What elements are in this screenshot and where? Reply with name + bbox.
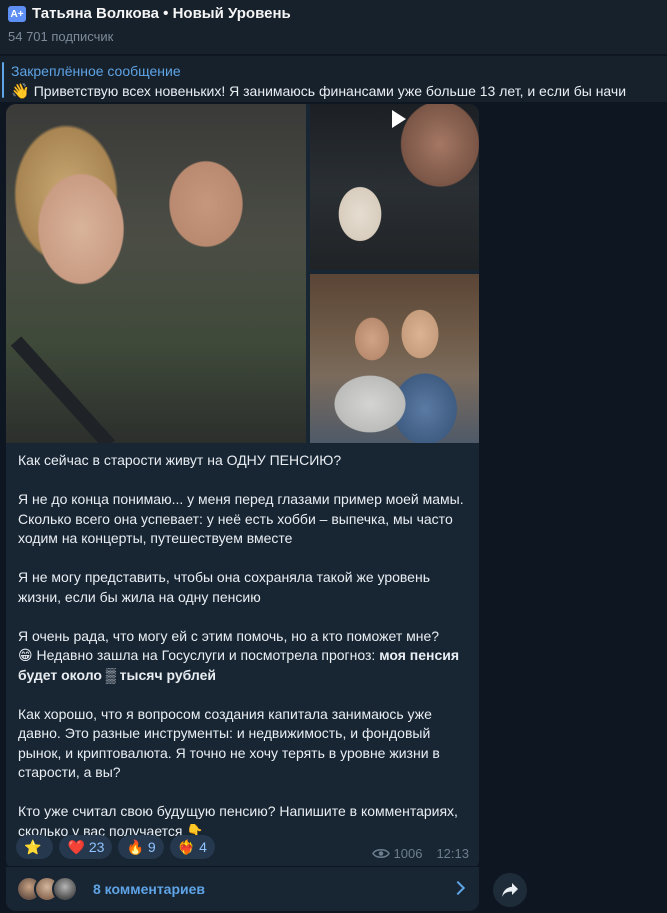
message-paragraph: Я не могу представить, чтобы она сохраня… <box>18 569 430 605</box>
pinned-message-bar[interactable]: Закреплённое сообщение 👋 Приветствую всех… <box>0 56 667 102</box>
video-thumbnail[interactable] <box>310 104 479 270</box>
view-count: 1006 <box>393 846 423 861</box>
heart-icon: ❤️ <box>67 838 85 855</box>
commenter-avatars <box>16 876 80 902</box>
message-time: 12:13 <box>436 846 469 861</box>
channel-type-icon: A+ <box>8 6 26 22</box>
channel-header[interactable]: A+ Татьяна Волкова • Новый Уровень 54 70… <box>0 0 667 54</box>
message-paragraph: Я не до конца понимаю... у меня перед гл… <box>18 491 464 546</box>
reaction-count: 4 <box>199 839 207 855</box>
pinned-text: 👋 Приветствую всех новеньких! Я занимаюсь… <box>11 82 626 100</box>
text-span: Кто уже считал свою будущую пенсию? Напи… <box>18 803 458 839</box>
eye-icon <box>371 849 390 858</box>
heart-on-fire-icon: ❤️‍🔥 <box>177 838 196 855</box>
grinning-face-icon: 😁 <box>18 647 33 663</box>
star-icon: ⭐ <box>24 838 42 855</box>
message-text: Как сейчас в старости живут на ОДНУ ПЕНС… <box>18 451 473 841</box>
chevron-right-icon[interactable] <box>450 880 466 896</box>
share-button[interactable] <box>493 873 527 907</box>
reaction-heart[interactable]: ❤️ 23 <box>59 835 113 859</box>
comments-count-link[interactable]: 8 комментариев <box>93 881 205 897</box>
pinned-title: Закреплённое сообщение <box>11 63 181 79</box>
reaction-heart-on-fire[interactable]: ❤️‍🔥 4 <box>169 835 215 859</box>
photo-selfie-car[interactable] <box>6 104 306 443</box>
fire-icon: 🔥 <box>126 838 144 855</box>
message-paragraph: Я очень рада, что могу ей с этим помочь,… <box>18 627 473 686</box>
photo-group-selfie[interactable] <box>310 274 479 443</box>
message-paragraph: Как сейчас в старости живут на ОДНУ ПЕНС… <box>18 452 342 468</box>
reaction-count: 23 <box>88 839 105 855</box>
avatar <box>52 876 78 902</box>
subscriber-count: 54 701 подписчик <box>8 29 114 44</box>
play-icon[interactable] <box>392 110 406 128</box>
spoiler-icon[interactable]: ▒ <box>106 667 116 683</box>
photo-detail <box>10 336 115 443</box>
message-meta: 1006 12:13 <box>371 846 469 861</box>
text-span: Недавно зашла на Госуслуги и посмотрела … <box>32 647 380 663</box>
bold-text: тысяч рублей <box>115 666 217 683</box>
share-arrow-icon <box>502 883 518 897</box>
reaction-fire[interactable]: 🔥 9 <box>118 835 164 859</box>
message-paragraph: Как хорошо, что я вопросом создания капи… <box>18 705 440 781</box>
comments-bar[interactable]: 8 комментариев <box>6 866 479 911</box>
reaction-star[interactable]: ⭐ <box>16 835 54 859</box>
pinned-preview: Приветствую всех новеньких! Я занимаюсь … <box>33 83 627 99</box>
reaction-count: 9 <box>147 839 156 855</box>
message-bubble: Как сейчас в старости живут на ОДНУ ПЕНС… <box>6 104 479 870</box>
pinned-indicator <box>2 62 4 98</box>
text-span: Я очень рада, что могу ей с этим помочь,… <box>18 627 440 644</box>
channel-title[interactable]: Татьяна Волкова • Новый Уровень <box>32 5 291 22</box>
reactions-bar: ⭐ ❤️ 23 🔥 9 ❤️‍🔥 4 <box>16 835 215 859</box>
waving-hand-icon: 👋 <box>11 83 30 100</box>
